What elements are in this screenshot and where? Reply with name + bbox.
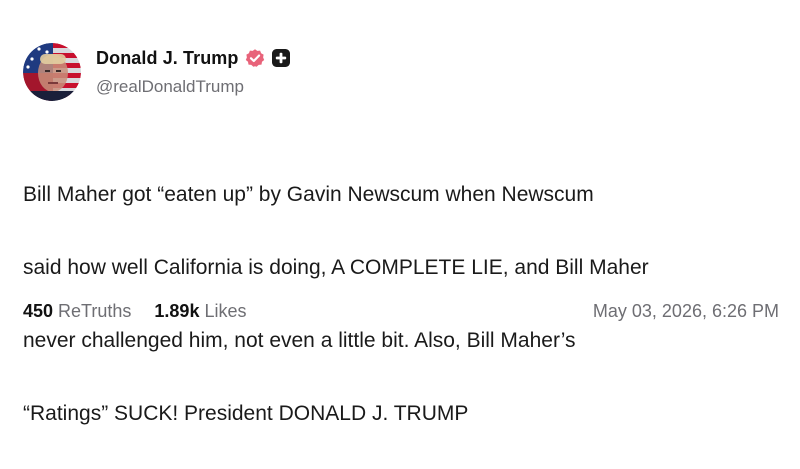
author-name-row: Donald J. Trump	[96, 45, 291, 71]
author-avatar[interactable]	[23, 43, 81, 101]
avatar-portrait-flag	[23, 43, 81, 101]
author-handle[interactable]: @realDonaldTrump	[96, 77, 244, 97]
post-text-line: “Ratings” SUCK! President DONALD J. TRUM…	[23, 401, 469, 425]
retruths-label[interactable]: ReTruths	[58, 301, 131, 322]
truth-post-card: Donald J. Trump @realDonaldTrump Bill Ma…	[0, 0, 800, 425]
plus-badge-icon	[271, 48, 291, 68]
retruths-count[interactable]: 450	[23, 301, 53, 322]
post-stats: 450 ReTruths 1.89k Likes	[23, 301, 246, 322]
likes-label[interactable]: Likes	[204, 301, 246, 322]
post-text-line: said how well California is doing, A COM…	[23, 255, 649, 279]
post-text-line: never challenged him, not even a little …	[23, 328, 576, 352]
post-timestamp[interactable]: May 03, 2026, 6:26 PM	[593, 301, 779, 322]
likes-count[interactable]: 1.89k	[154, 301, 199, 322]
author-display-name[interactable]: Donald J. Trump	[96, 48, 239, 69]
post-text-line: Bill Maher got “eaten up” by Gavin Newsc…	[23, 182, 594, 206]
verified-badge-icon	[245, 48, 265, 68]
